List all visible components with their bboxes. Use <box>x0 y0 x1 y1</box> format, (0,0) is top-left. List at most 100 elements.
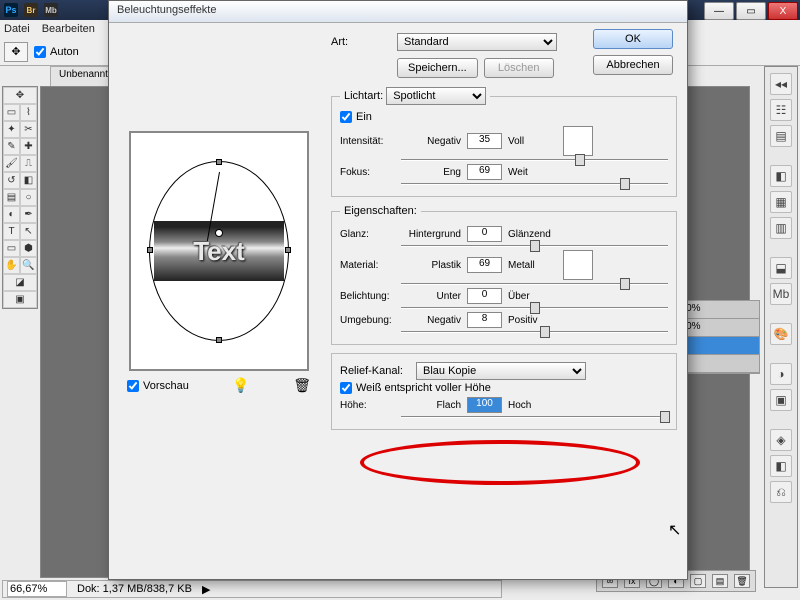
panel-strip: ◂◂ ☷ ▤ ◧ ▦ ▥ ⬓ Mb 🎨 ◑ ▣ ◈ ◧ ⎌ <box>764 66 798 588</box>
exposure-value[interactable]: 0 <box>467 288 502 304</box>
save-style-button[interactable]: Speichern... <box>397 58 478 78</box>
actions-panel-icon[interactable]: ▤ <box>770 125 792 147</box>
exposure-left-label: Unter <box>401 291 461 302</box>
tool-dodge[interactable]: ◐ <box>3 206 20 223</box>
ellipse-handle-right[interactable] <box>285 247 291 253</box>
light-color-swatch[interactable] <box>563 126 593 156</box>
trash-icon[interactable]: 🗑 <box>734 574 750 588</box>
adjustments-panel-icon[interactable]: ◑ <box>770 363 792 385</box>
material-label: Material: <box>340 260 395 271</box>
zoom-value[interactable]: 66,67% <box>7 581 67 597</box>
preview-canvas[interactable]: Text <box>129 131 309 371</box>
statusbar-arrow-icon[interactable]: ▶ <box>202 583 210 596</box>
minimize-button[interactable]: — <box>704 2 734 20</box>
cancel-button[interactable]: Abbrechen <box>593 55 673 75</box>
tool-history[interactable]: ↺ <box>3 172 20 189</box>
ellipse-handle-left[interactable] <box>147 247 153 253</box>
properties-legend: Eigenschaften: <box>340 205 421 217</box>
auto-select-checkbox[interactable]: Auton <box>34 46 79 58</box>
gloss-slider[interactable] <box>401 245 668 247</box>
tool-shape[interactable]: ▭ <box>3 240 20 257</box>
tool-quickmask[interactable]: ▣ <box>3 291 37 308</box>
channels-panel-icon[interactable]: ◧ <box>770 455 792 477</box>
close-button[interactable]: X <box>768 2 798 20</box>
paths-panel-icon[interactable]: ⎌ <box>770 481 792 503</box>
light-ellipse-control[interactable] <box>149 161 289 341</box>
move-tool-icon[interactable]: ✥ <box>4 42 28 62</box>
swatches-panel-icon[interactable]: ▦ <box>770 191 792 213</box>
tool-type[interactable]: T <box>3 223 20 240</box>
tool-heal[interactable]: ✚ <box>20 138 37 155</box>
document-tab[interactable]: Unbenannt <box>50 66 117 86</box>
ok-button[interactable]: OK <box>593 29 673 49</box>
material-value[interactable]: 69 <box>467 257 502 273</box>
tool-colors[interactable]: ◪ <box>3 274 37 291</box>
menu-edit[interactable]: Bearbeiten <box>42 23 95 35</box>
new-layer-icon[interactable]: ▤ <box>712 574 728 588</box>
lightbulb-icon[interactable]: 💡 <box>232 377 249 394</box>
toolbox: ✥ ▭⌇ ✦✂ ✎✚ 🖌⎍ ↺◧ ▤○ ◐✒ T↖ ▭⬢ ✋🔍 ◪ ▣ <box>2 86 38 309</box>
tool-blur[interactable]: ○ <box>20 189 37 206</box>
preview-checkbox[interactable]: Vorschau <box>127 380 189 392</box>
minibridge-icon[interactable]: Mb <box>44 3 58 17</box>
light-type-fieldset: Lichtart: Spotlicht Ein Intensität: Nega… <box>331 87 677 197</box>
ambient-color-swatch[interactable] <box>563 250 593 280</box>
tool-path[interactable]: ↖ <box>20 223 37 240</box>
settings-column: Art: Standard Speichern... Löschen Licht… <box>331 31 677 571</box>
tool-brush[interactable]: 🖌 <box>3 155 20 172</box>
tool-eraser[interactable]: ◧ <box>20 172 37 189</box>
tool-3d[interactable]: ⬢ <box>20 240 37 257</box>
navigator-panel-icon[interactable]: ⬓ <box>770 257 792 279</box>
tool-hand[interactable]: ✋ <box>3 257 20 274</box>
delete-light-icon[interactable]: 🗑 <box>293 377 311 394</box>
exposure-slider[interactable] <box>401 307 668 309</box>
intensity-value[interactable]: 35 <box>467 133 502 149</box>
light-center-handle[interactable] <box>215 229 223 237</box>
relief-channel-select[interactable]: Blau Kopie <box>416 362 586 380</box>
swatch-panel-icon[interactable]: 🎨 <box>770 323 792 345</box>
collapse-icon[interactable]: ◂◂ <box>770 73 792 95</box>
light-type-select[interactable]: Spotlicht <box>386 87 486 105</box>
exposure-label: Belichtung: <box>340 291 395 302</box>
ambience-value[interactable]: 8 <box>467 312 502 328</box>
white-is-high-checkbox[interactable]: Weiß entspricht voller Höhe <box>340 382 668 394</box>
focus-right-label: Weit <box>508 167 553 178</box>
height-slider[interactable] <box>401 416 668 418</box>
tool-wand[interactable]: ✦ <box>3 121 20 138</box>
tool-marquee[interactable]: ▭ <box>3 104 20 121</box>
material-slider[interactable] <box>401 283 668 285</box>
doc-size: Dok: 1,37 MB/838,7 KB <box>77 583 192 595</box>
maximize-button[interactable]: ▭ <box>736 2 766 20</box>
color-panel-icon[interactable]: ◧ <box>770 165 792 187</box>
masks-panel-icon[interactable]: ▣ <box>770 389 792 411</box>
folder-icon[interactable]: ▢ <box>690 574 706 588</box>
ellipse-handle-top[interactable] <box>216 159 222 165</box>
focus-slider[interactable] <box>401 183 668 185</box>
focus-value[interactable]: 69 <box>467 164 502 180</box>
height-value[interactable]: 100 <box>467 397 502 413</box>
tool-gradient[interactable]: ▤ <box>3 189 20 206</box>
ambience-slider[interactable] <box>401 331 668 333</box>
tool-stamp[interactable]: ⎍ <box>20 155 37 172</box>
history-panel-icon[interactable]: ☷ <box>770 99 792 121</box>
style-label: Art: <box>331 36 391 48</box>
layers-panel-icon[interactable]: ◈ <box>770 429 792 451</box>
light-on-checkbox[interactable]: Ein <box>340 111 668 123</box>
tool-pen[interactable]: ✒ <box>20 206 37 223</box>
bridge-icon[interactable]: Br <box>24 3 38 17</box>
style-select[interactable]: Standard <box>397 33 557 51</box>
minibridge-panel-icon[interactable]: Mb <box>770 283 792 305</box>
tool-move[interactable]: ✥ <box>3 87 37 104</box>
menu-file[interactable]: Datei <box>4 23 30 35</box>
intensity-slider[interactable] <box>401 159 668 161</box>
gloss-value[interactable]: 0 <box>467 226 502 242</box>
preview-column: Text Vorschau 💡 🗑 <box>119 31 319 571</box>
styles-panel-icon[interactable]: ▥ <box>770 217 792 239</box>
tool-lasso[interactable]: ⌇ <box>20 104 37 121</box>
tool-eyedropper[interactable]: ✎ <box>3 138 20 155</box>
tool-crop[interactable]: ✂ <box>20 121 37 138</box>
delete-style-button[interactable]: Löschen <box>484 58 554 78</box>
window-controls: — ▭ X <box>704 2 798 20</box>
ellipse-handle-bottom[interactable] <box>216 337 222 343</box>
tool-zoom[interactable]: 🔍 <box>20 257 37 274</box>
